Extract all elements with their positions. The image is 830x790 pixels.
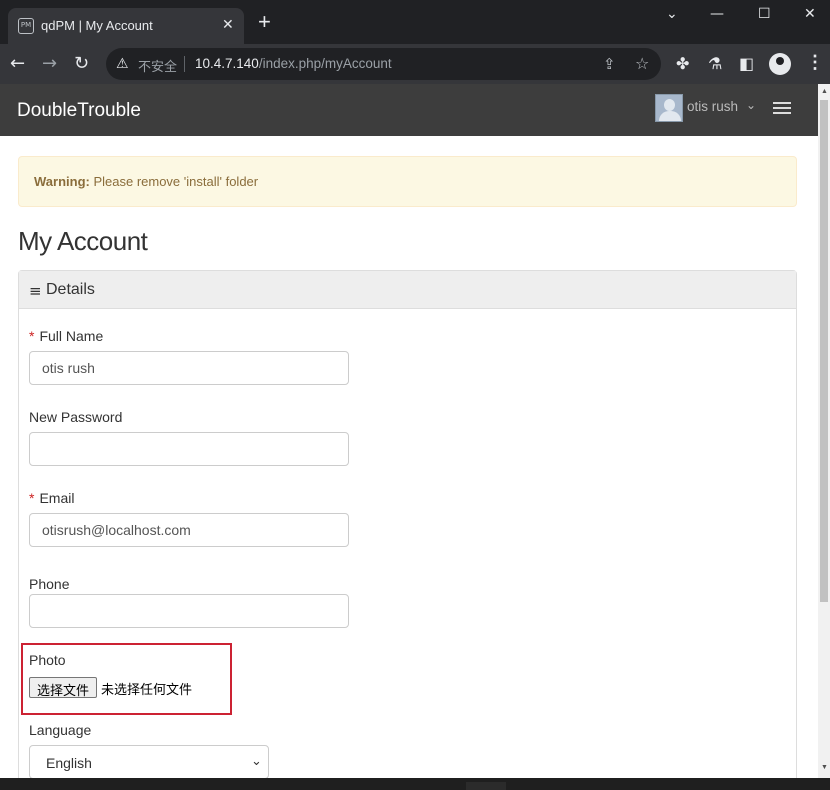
security-status[interactable]: 不安全	[138, 56, 177, 75]
url-path: /index.php/myAccount	[258, 56, 392, 71]
browser-toolbar: ← → ↻ ⚠ 不安全 10.4.7.140/index.php/myAccou…	[0, 44, 830, 84]
phone-field[interactable]	[29, 594, 349, 628]
os-taskbar	[0, 778, 830, 790]
maximize-icon[interactable]: ☐	[758, 6, 771, 22]
email-field[interactable]: otisrush@localhost.com	[29, 513, 349, 547]
url-text[interactable]: 10.4.7.140/index.php/myAccount	[195, 56, 392, 71]
brand-name[interactable]: DoubleTrouble	[17, 100, 141, 122]
back-icon[interactable]: ←	[10, 53, 25, 74]
warning-alert: Warning: Please remove 'install' folder	[18, 156, 797, 207]
forward-icon[interactable]: →	[42, 53, 57, 74]
full-name-label: * Full Name	[29, 328, 104, 344]
chevron-down-icon: ⌄	[251, 754, 262, 769]
warning-triangle-icon[interactable]: ⚠	[116, 56, 129, 72]
scroll-down-icon[interactable]: ▼	[821, 764, 828, 771]
new-password-field[interactable]	[29, 432, 349, 466]
user-avatar[interactable]	[655, 94, 683, 122]
profile-avatar-icon[interactable]	[769, 53, 791, 75]
minimize-icon[interactable]: —	[710, 6, 724, 22]
hamburger-menu-icon[interactable]	[773, 102, 791, 116]
panel-title: Details	[46, 281, 95, 298]
taskbar-item[interactable]	[466, 782, 506, 790]
browser-menu-icon[interactable]: ⋮	[806, 52, 824, 73]
browser-tab[interactable]: PM qdPM | My Account ✕	[8, 8, 244, 44]
required-mark: *	[29, 328, 35, 344]
page-scrollbar[interactable]: ▲ ▼	[818, 84, 830, 778]
list-icon: ≡	[29, 282, 42, 300]
alert-strong: Warning:	[34, 174, 90, 189]
reload-icon[interactable]: ↻	[74, 53, 89, 74]
app-header: DoubleTrouble otis rush ⌄	[0, 84, 818, 136]
qdpm-favicon-icon: PM	[18, 18, 34, 34]
email-label: * Email	[29, 490, 75, 506]
panel-heading: ≡ Details	[19, 271, 796, 309]
close-window-icon[interactable]: ✕	[804, 6, 816, 22]
side-panel-icon[interactable]: ◧	[739, 54, 754, 73]
scroll-thumb[interactable]	[820, 100, 828, 602]
browser-tab-bar: PM qdPM | My Account ✕ + ⌄ — ☐ ✕	[0, 0, 830, 44]
page-title: My Account	[18, 226, 148, 256]
language-label: Language	[29, 722, 92, 738]
chevron-down-icon[interactable]: ⌄	[746, 98, 756, 112]
choose-file-button[interactable]: 选择文件	[29, 677, 97, 698]
file-status: 未选择任何文件	[101, 682, 193, 697]
labs-flask-icon[interactable]: ⚗	[708, 54, 722, 73]
share-icon[interactable]: ⇪	[603, 55, 616, 73]
avatar-head	[664, 99, 675, 111]
new-tab-icon[interactable]: +	[258, 11, 271, 33]
details-panel: ≡ Details * Full Name otis rush New Passw…	[18, 270, 797, 778]
photo-label: Photo	[29, 652, 66, 668]
language-select[interactable]: English ⌄	[29, 745, 269, 778]
tab-title: qdPM | My Account	[41, 18, 153, 33]
page-viewport: DoubleTrouble otis rush ⌄ Warning: Pleas…	[0, 84, 818, 778]
user-menu-name[interactable]: otis rush	[687, 99, 738, 114]
scroll-up-icon[interactable]: ▲	[821, 88, 828, 95]
address-divider	[184, 56, 185, 72]
full-name-field[interactable]: otis rush	[29, 351, 349, 385]
alert-text: Please remove 'install' folder	[89, 174, 259, 189]
extensions-puzzle-icon[interactable]: ✤	[676, 54, 689, 73]
address-bar[interactable]: ⚠ 不安全 10.4.7.140/index.php/myAccount ⇪ ☆	[106, 48, 661, 80]
bookmark-star-icon[interactable]: ☆	[635, 54, 649, 73]
language-value: English	[46, 755, 92, 771]
url-host: 10.4.7.140	[195, 56, 259, 71]
phone-label: Phone	[29, 576, 70, 592]
tab-close-icon[interactable]: ✕	[222, 16, 234, 33]
required-mark: *	[29, 490, 35, 506]
new-password-label: New Password	[29, 409, 123, 425]
avatar-body	[659, 111, 681, 121]
tab-search-icon[interactable]: ⌄	[666, 6, 678, 22]
